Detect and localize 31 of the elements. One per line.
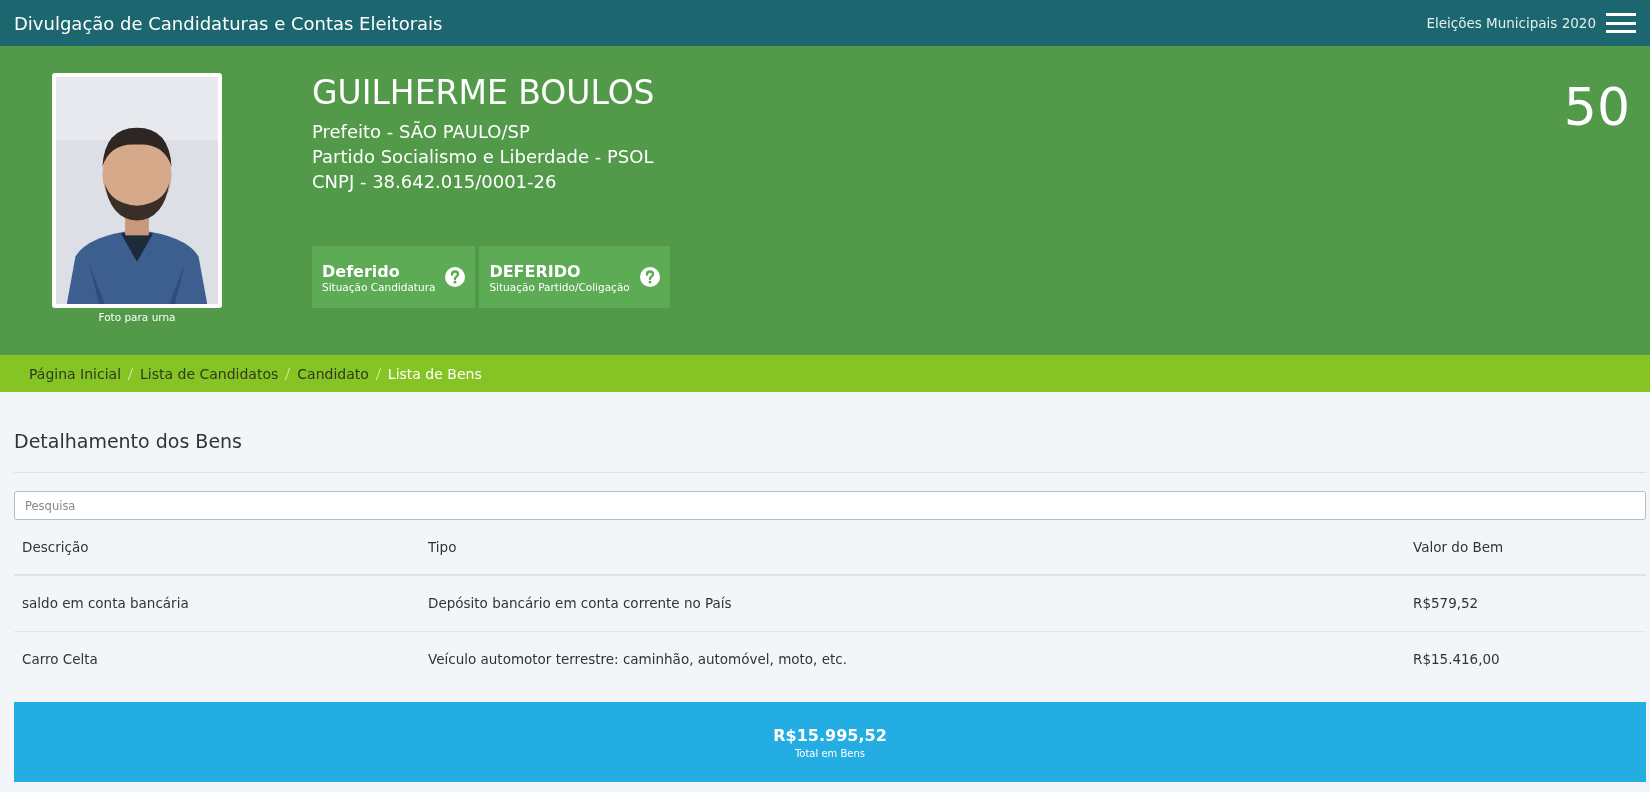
status-label: Situação Candidatura (322, 280, 436, 293)
breadcrumb-link[interactable]: Candidato (297, 365, 369, 382)
table-cell: R$15.416,00 (1405, 631, 1646, 687)
menu-icon[interactable] (1606, 13, 1636, 33)
column-header: Valor do Bem (1405, 520, 1646, 575)
election-label: Eleições Municipais 2020 (1426, 15, 1596, 31)
breadcrumb-link[interactable]: Lista de Candidatos (140, 365, 279, 382)
search-field[interactable]: Pesquisa (14, 491, 1646, 520)
photo-caption: Foto para urna (98, 311, 176, 323)
status-value: Deferido (322, 261, 401, 281)
candidate-detail: CNPJ - 38.642.015/0001-26 (312, 170, 558, 194)
table-cell: Veículo automotor terrestre: caminhão, automóvel, moto, etc. (420, 631, 1405, 687)
help-icon[interactable] (639, 267, 660, 287)
table-cell: saldo em conta bancária (14, 575, 420, 631)
help-icon[interactable] (445, 267, 466, 287)
candidate-number: 50 (1563, 79, 1630, 139)
table-cell: Depósito bancário em conta corrente no País (420, 575, 1405, 631)
site-title: Divulgação de Candidaturas e Contas Eleitorais (14, 12, 443, 34)
section-title: Detalhamento dos Bens (14, 430, 244, 452)
status-value: DEFERIDO (489, 261, 582, 281)
total-value: R$15.995,52 (773, 725, 887, 745)
table-cell: Carro Celta (14, 631, 420, 687)
column-header: Descrição (14, 520, 420, 575)
status-label: Situação Partido/Coligação (489, 280, 630, 293)
candidate-name: GUILHERME BOULOS (312, 73, 656, 113)
total-label: Total em Bens (794, 747, 866, 759)
table-cell: R$579,52 (1405, 575, 1646, 631)
candidate-detail: Partido Socialismo e Liberdade - PSOL (312, 145, 655, 169)
column-header: Tipo (420, 520, 1405, 575)
candidate-detail: Prefeito - SÃO PAULO/SP (312, 120, 531, 144)
breadcrumb-link[interactable]: Página Inicial (29, 365, 122, 382)
